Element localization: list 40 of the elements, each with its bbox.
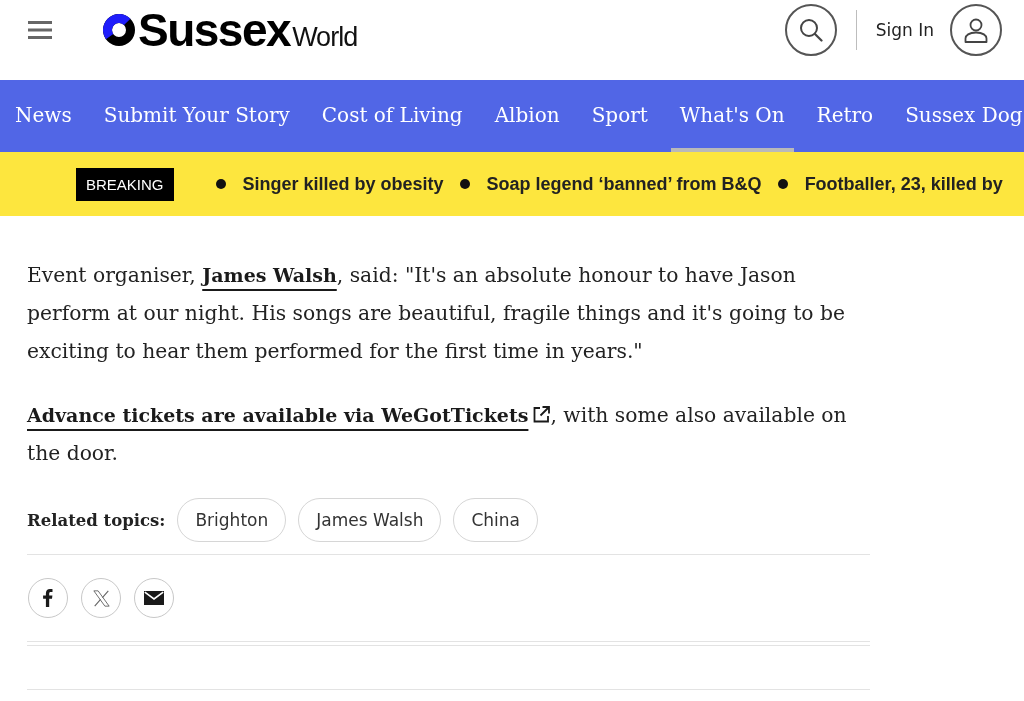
topic-tag-link[interactable]: James Walsh — [298, 498, 442, 542]
logo-ring-icon — [103, 14, 135, 46]
topic-tag-link[interactable]: China — [453, 498, 538, 542]
search-icon[interactable] — [798, 18, 823, 42]
email-share-button[interactable] — [134, 578, 174, 618]
nav-tab[interactable]: Albion — [485, 80, 569, 152]
article-paragraph: Advance tickets are available via WeGotTickets , with some also available on the door. — [27, 402, 848, 467]
topic-tag-link[interactable]: Brighton — [177, 498, 287, 542]
facebook-icon[interactable] — [43, 589, 53, 607]
nav-tab[interactable]: Submit Your Story — [94, 80, 299, 152]
envelope-icon[interactable] — [144, 591, 164, 605]
account-button[interactable] — [950, 4, 1002, 56]
nav-tab[interactable]: Cost of Living — [312, 80, 472, 152]
ticket-link[interactable]: Advance tickets are available via WeGotTickets — [27, 404, 551, 426]
x-logo-icon[interactable] — [92, 589, 110, 607]
bullet-dot-icon — [459, 179, 470, 189]
facebook-share-button[interactable] — [28, 578, 68, 618]
author-link[interactable]: James Walsh — [202, 264, 337, 286]
headline-link[interactable]: Singer killed by obesity — [242, 173, 444, 195]
external-link-icon[interactable] — [533, 406, 551, 423]
bullet-dot-icon — [215, 179, 226, 189]
menu-icon[interactable] — [28, 21, 52, 39]
nav-tab[interactable]: Sport — [582, 80, 657, 152]
bullet-dot-icon — [777, 179, 788, 189]
sign-in-link[interactable]: Sign In — [875, 20, 934, 40]
logo-wordmark: Sussex — [138, 7, 291, 53]
nav-tab[interactable]: Sussex Dog — [896, 80, 1024, 152]
site-logo[interactable]: SussexWorld — [103, 7, 358, 53]
search-button[interactable] — [784, 4, 837, 56]
logo-suffix: World — [292, 24, 358, 51]
user-icon[interactable] — [964, 17, 988, 43]
nav-tab[interactable]: What's On — [670, 80, 794, 152]
breaking-label: BREAKING — [76, 167, 174, 201]
nav-tab[interactable]: Retro — [807, 80, 883, 152]
x-share-button[interactable] — [81, 578, 121, 618]
article-paragraph: Event organiser, James Walsh, said: "It's an absolute honour to have Jason perform at our night. His songs are beautiful, fragile things and it's going to be exciting to hear them performed for the first time in years." — [27, 262, 846, 365]
headline-link[interactable]: Soap legend ‘banned’ from B&Q — [486, 173, 762, 195]
nav-tab[interactable]: News — [6, 80, 81, 152]
headline-link[interactable]: Footballer, 23, killed by — [804, 173, 1003, 195]
related-topics-label: Related topics: — [27, 510, 166, 530]
